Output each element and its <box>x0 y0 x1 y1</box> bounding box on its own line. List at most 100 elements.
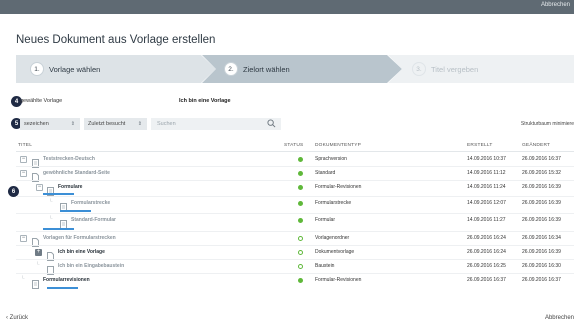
selection-underline <box>43 228 74 230</box>
row-changed: 26.09.2016 16:34 <box>522 235 561 241</box>
row-created: 14.09.2016 12:07 <box>467 200 506 206</box>
cancel-top-link[interactable]: Abbrechen <box>541 2 570 8</box>
wizard-step-3: 3. Titel vergeben <box>388 55 574 83</box>
template-value: Ich bin eine Vorlage <box>179 98 231 104</box>
row-created: 26.09.2016 16:24 <box>467 249 506 255</box>
status-dot <box>298 185 303 190</box>
collapse-toggle[interactable]: − <box>20 156 27 163</box>
search-icon[interactable] <box>267 119 276 130</box>
tree-branch: └ <box>36 262 40 268</box>
selection-underline <box>60 210 91 212</box>
status-ring <box>298 264 303 269</box>
chevron-updown-icon: ⇕ <box>137 121 142 127</box>
table-row[interactable]: └ Formularstrecke Formularstrecke 14.09.… <box>16 197 574 212</box>
row-changed: 26.09.2016 16:30 <box>522 263 561 269</box>
row-changed: 26.09.2016 16:39 <box>522 249 561 255</box>
row-doctype: Vorlagenordner <box>315 235 350 241</box>
row-created: 26.09.2016 16:25 <box>467 263 506 269</box>
row-title[interactable]: Ich bin ein Eingabebaustein <box>58 263 124 269</box>
table-row[interactable]: − Formulare Formular-Revisionen 14.09.20… <box>16 181 574 196</box>
wizard-step-1[interactable]: 1. Vorlage wählen <box>16 55 216 83</box>
row-created: 14.09.2016 11:12 <box>467 170 506 176</box>
row-title[interactable]: Formularstrecke <box>71 200 110 206</box>
collapse-toggle[interactable]: − <box>20 170 27 177</box>
col-header-status[interactable]: STATUS <box>284 143 303 148</box>
col-header-title[interactable]: TITEL <box>18 143 32 148</box>
cancel-button[interactable]: Abbrechen <box>545 315 574 321</box>
recent-dropdown[interactable]: Zuletzt besucht ⇕ <box>84 118 147 130</box>
status-dot <box>298 171 303 176</box>
row-title[interactable]: Formularrevisionen <box>43 277 90 283</box>
wizard-step-2[interactable]: 2. Zielort wählen <box>202 55 402 83</box>
row-doctype: Sprachversion <box>315 156 347 162</box>
bookmarks-dropdown-label: sezeichen <box>24 121 49 127</box>
chevron-updown-icon: ⇕ <box>70 121 75 127</box>
row-created: 26.09.2016 16:37 <box>467 277 506 283</box>
search-placeholder: Suchen <box>157 121 176 127</box>
status-dot <box>298 218 303 223</box>
row-title[interactable]: Formulare <box>58 184 82 190</box>
row-changed: 26.09.2016 16:37 <box>522 277 561 283</box>
row-changed: 26.09.2016 16:37 <box>522 156 561 162</box>
row-doctype: Standard <box>315 170 336 176</box>
step-label: Titel vergeben <box>431 64 479 74</box>
step-label: Zielort wählen <box>243 64 290 74</box>
row-created: 14.09.2016 11:24 <box>467 184 506 190</box>
row-title[interactable]: gewöhnliche Standard-Seite <box>43 170 110 176</box>
back-label: Zurück <box>9 315 29 321</box>
recent-dropdown-label: Zuletzt besucht <box>88 121 126 127</box>
status-dot <box>298 278 303 283</box>
table-row[interactable]: └ Standard-Formular Formular 14.09.2016 … <box>16 214 574 229</box>
row-changed: 26.09.2016 16:39 <box>522 184 561 190</box>
status-dot <box>298 201 303 206</box>
row-title[interactable]: Vorlagen für Formularstrecken <box>43 235 116 241</box>
search-input[interactable]: Suchen <box>151 118 281 130</box>
step-number: 1. <box>30 62 44 76</box>
form-document-icon <box>32 276 39 294</box>
row-doctype: Formularstrecke <box>315 200 352 206</box>
collapse-toggle[interactable]: − <box>36 184 43 191</box>
col-header-changed[interactable]: GEÄNDERT <box>522 143 550 148</box>
row-changed: 26.09.2016 16:39 <box>522 217 561 223</box>
row-changed: 26.09.2016 16:39 <box>522 200 561 206</box>
tree-branch: └ <box>49 199 53 205</box>
row-created: 14.09.2016 10:37 <box>467 156 506 162</box>
expand-toggle[interactable]: + <box>35 249 42 256</box>
row-title[interactable]: Ich bin eine Vorlage <box>58 249 105 255</box>
step-number: 2. <box>224 62 238 76</box>
table-row[interactable]: + Ich bin eine Vorlage Dokumentvorlage 2… <box>16 246 574 261</box>
tree-branch: └ <box>49 216 53 222</box>
collapse-toggle[interactable]: − <box>20 235 27 242</box>
status-ring <box>298 250 303 255</box>
table-row[interactable]: └ Ich bin ein Eingabebaustein Baustein 2… <box>16 260 574 275</box>
row-changed: 26.09.2016 15:32 <box>522 170 561 176</box>
col-header-doctype[interactable]: DOKUMENTENTYP <box>315 143 361 148</box>
status-ring <box>298 236 303 241</box>
table-row[interactable]: └ Formularrevisionen Formular-Revisionen… <box>16 274 574 289</box>
status-dot <box>298 157 303 162</box>
row-created: 26.09.2016 16:24 <box>467 235 506 241</box>
selection-underline <box>47 287 78 289</box>
tree-minimize-link[interactable]: Strukturbaum minimiere <box>521 121 574 127</box>
selection-underline <box>43 193 74 195</box>
bookmarks-dropdown[interactable]: sezeichen ⇕ <box>20 118 80 130</box>
row-title[interactable]: Teststrecken-Deutsch <box>43 156 95 162</box>
row-doctype: Baustein <box>315 263 335 269</box>
row-doctype: Formular <box>315 217 336 223</box>
back-button[interactable]: ‹ Zurück <box>6 315 28 321</box>
row-title[interactable]: Standard-Formular <box>71 217 116 223</box>
row-created: 14.09.2016 11:27 <box>467 217 506 223</box>
row-doctype: Formular-Revisionen <box>315 184 362 190</box>
table-row[interactable]: − gewöhnliche Standard-Seite Standard 14… <box>16 167 574 182</box>
chevron-left-icon: ‹ <box>6 315 8 321</box>
table-row[interactable]: − Vorlagen für Formularstrecken Vorlagen… <box>16 232 574 247</box>
step-label: Vorlage wählen <box>49 64 101 74</box>
step-number: 3. <box>412 62 426 76</box>
row-doctype: Dokumentvorlage <box>315 249 355 255</box>
row-doctype: Formular-Revisionen <box>315 277 362 283</box>
col-header-created[interactable]: ERSTELLT <box>467 143 493 148</box>
table-row[interactable]: − Teststrecken-Deutsch Sprachversion 14.… <box>16 153 574 168</box>
header-divider <box>16 151 574 152</box>
page-title: Neues Dokument aus Vorlage erstellen <box>16 34 216 46</box>
tree-branch: └ <box>21 276 25 282</box>
